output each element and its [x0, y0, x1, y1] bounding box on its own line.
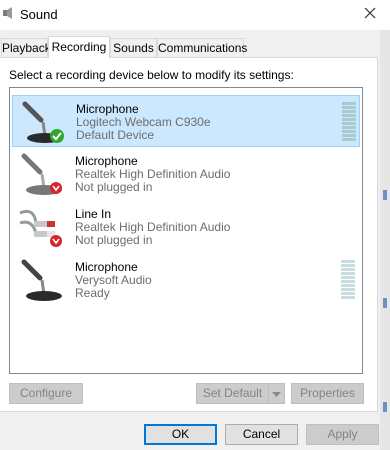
device-name: Microphone [75, 154, 138, 168]
device-name: Microphone [75, 260, 138, 274]
speaker-icon [3, 7, 12, 19]
cancel-button[interactable]: Cancel [225, 424, 298, 445]
device-status: Not plugged in [75, 233, 153, 247]
device-list[interactable]: Microphone Logitech Webcam C930e Default… [9, 87, 363, 374]
title-bar: Sound [0, 0, 390, 30]
device-status: Default Device [76, 128, 155, 142]
device-status: Ready [75, 286, 110, 300]
level-meter [342, 102, 356, 142]
unplugged-arrow-icon [50, 182, 62, 194]
microphone-icon [21, 153, 62, 195]
ok-button[interactable]: OK [144, 424, 217, 445]
apply-button[interactable]: Apply [306, 424, 379, 445]
chevron-down-icon [272, 392, 281, 397]
microphone-icon [22, 101, 64, 143]
unplugged-arrow-icon [50, 235, 62, 247]
device-item-line-in[interactable]: Line In Realtek High Definition Audio No… [12, 201, 360, 253]
tab-playback[interactable]: Playback [1, 38, 51, 57]
default-check-icon [50, 129, 64, 143]
device-name: Line In [75, 207, 112, 221]
set-default-button[interactable]: Set Default [196, 383, 269, 404]
device-driver: Verysoft Audio [75, 273, 152, 287]
tab-sounds[interactable]: Sounds [110, 38, 157, 57]
device-driver: Logitech Webcam C930e [76, 115, 211, 129]
tab-communications[interactable]: Communications [157, 38, 247, 57]
tab-recording[interactable]: Recording [48, 36, 110, 58]
device-item-webcam-microphone[interactable]: Microphone Logitech Webcam C930e Default… [12, 95, 360, 147]
configure-button[interactable]: Configure [9, 383, 83, 404]
line-in-cable-icon [19, 209, 62, 247]
background-window-edge [380, 30, 390, 450]
properties-button[interactable]: Properties [291, 383, 364, 404]
level-meter [341, 260, 355, 300]
close-icon[interactable] [362, 5, 378, 21]
set-default-dropdown[interactable] [268, 383, 285, 404]
device-name: Microphone [76, 102, 139, 116]
device-status: Not plugged in [75, 180, 153, 194]
device-item-realtek-microphone[interactable]: Microphone Realtek High Definition Audio… [12, 148, 360, 200]
device-driver: Realtek High Definition Audio [75, 220, 231, 234]
device-item-verysoft-microphone[interactable]: Microphone Verysoft Audio Ready [12, 254, 360, 306]
microphone-icon [21, 259, 62, 301]
instructions-text: Select a recording device below to modif… [9, 68, 294, 82]
window-title: Sound [20, 7, 58, 22]
device-driver: Realtek High Definition Audio [75, 167, 231, 181]
